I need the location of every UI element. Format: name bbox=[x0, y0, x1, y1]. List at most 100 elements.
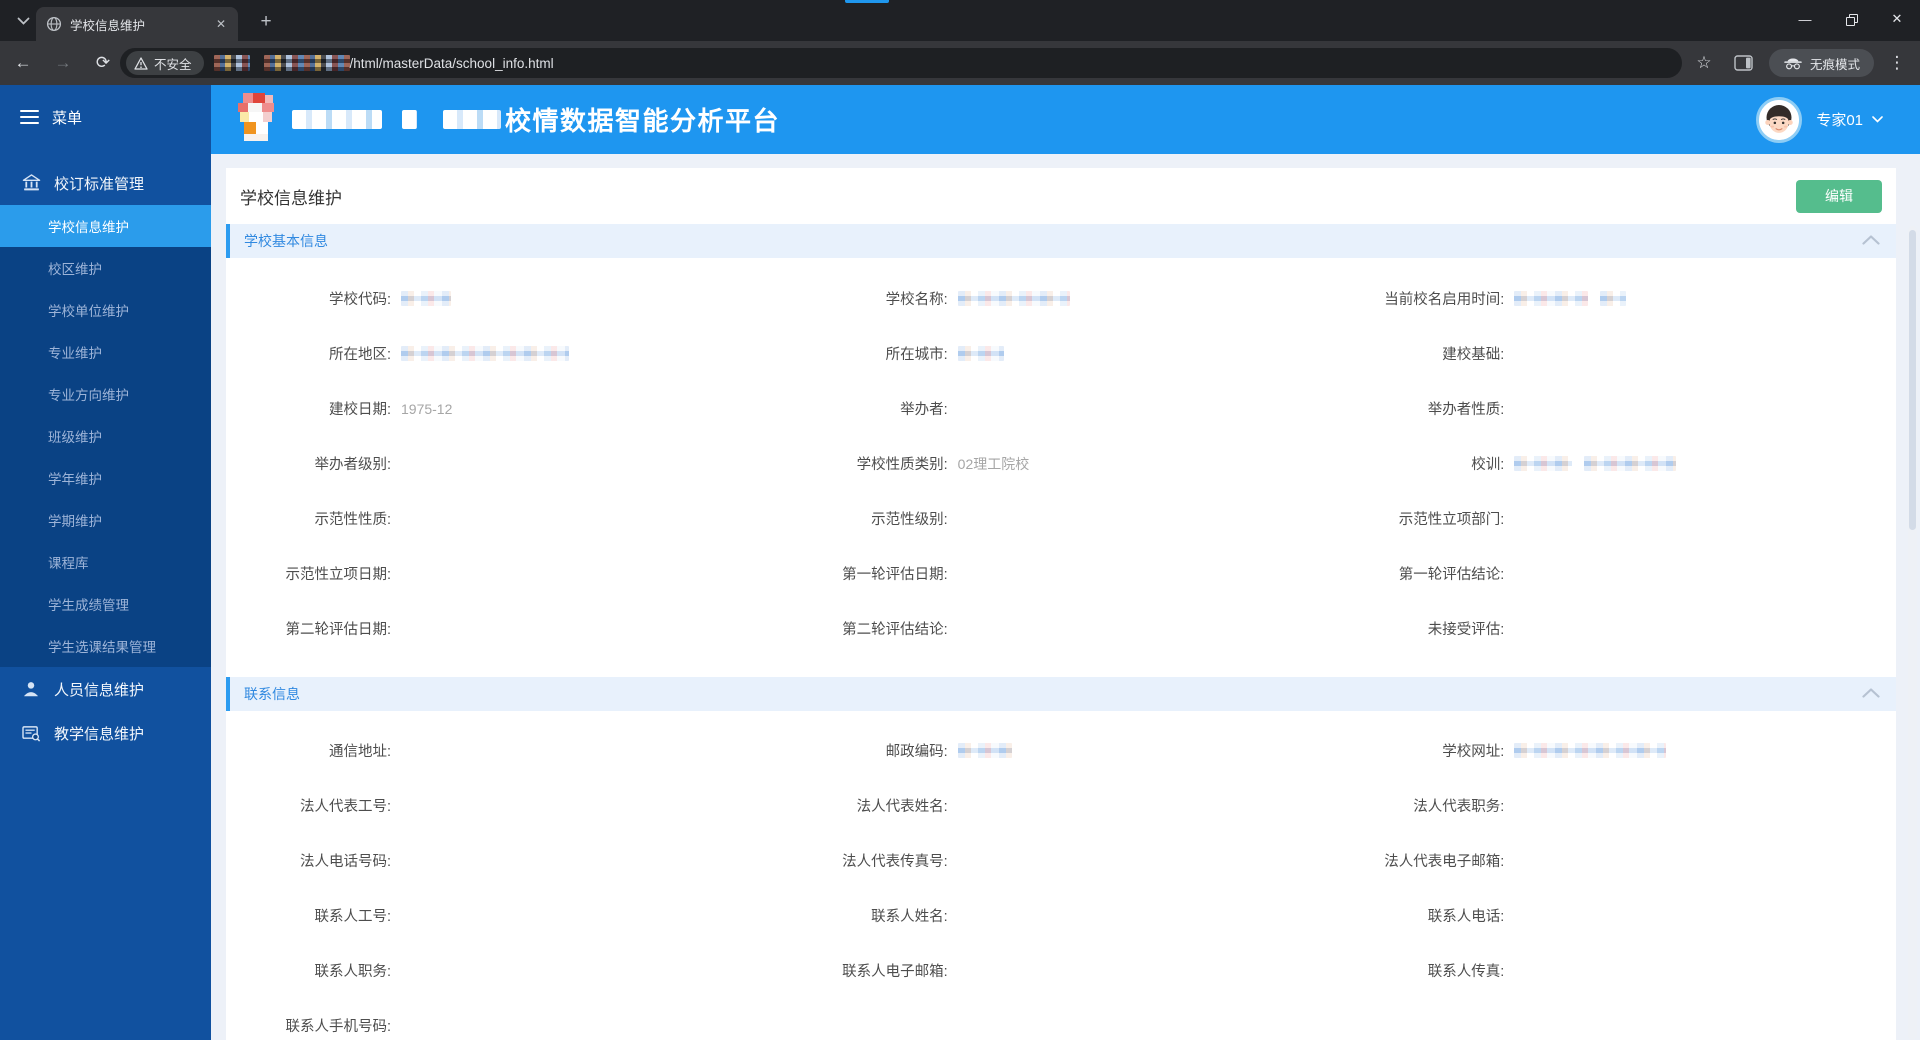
redacted-value bbox=[957, 346, 1004, 361]
sidebar-item-school-year[interactable]: 学年维护 bbox=[0, 457, 211, 499]
chevron-up-icon[interactable] bbox=[1862, 232, 1880, 250]
field-school-website: 学校网址: bbox=[1339, 740, 1896, 761]
incognito-icon bbox=[1784, 58, 1802, 70]
field-model-department: 示范性立项部门: bbox=[1339, 508, 1896, 529]
url-bar[interactable]: 不安全 /html/masterData/school_info.html bbox=[120, 48, 1682, 78]
sidebar-item-school-info[interactable]: 学校信息维护 bbox=[0, 205, 211, 247]
scrollbar[interactable] bbox=[1908, 226, 1917, 1040]
field-postal-code: 邮政编码: bbox=[783, 740, 1340, 761]
chevron-up-icon[interactable] bbox=[1862, 685, 1880, 703]
security-warning-text: 不安全 bbox=[154, 57, 192, 72]
group-label: 教学信息维护 bbox=[54, 725, 145, 743]
redacted-value bbox=[1600, 291, 1627, 306]
tab-close-icon[interactable]: ✕ bbox=[212, 15, 230, 33]
sidebar-item-major-direction[interactable]: 专业方向维护 bbox=[0, 373, 211, 415]
field-contact-mobile: 联系人手机号码: bbox=[226, 1015, 783, 1036]
main-content: 学校信息维护 编辑 学校基本信息 学校代码: 学校名称: 当前校名启用时间: 所… bbox=[211, 154, 1920, 1040]
window-restore-button[interactable] bbox=[1828, 0, 1874, 38]
bookmark-star-icon[interactable]: ☆ bbox=[1687, 46, 1721, 80]
sidebar-group-standards[interactable]: 校订标准管理 bbox=[0, 161, 211, 205]
field-label: 第一轮评估日期: bbox=[842, 567, 948, 583]
basic-info-form: 学校代码: 学校名称: 当前校名启用时间: 所在地区: 所在城市: 建校基础: … bbox=[226, 258, 1896, 656]
field-name-start-date: 当前校名启用时间: bbox=[1339, 288, 1896, 309]
sidebar-group-teaching[interactable]: 教学信息维护 bbox=[0, 711, 211, 755]
field-label: 示范性级别: bbox=[871, 512, 948, 528]
redacted-org-name bbox=[292, 110, 382, 129]
field-first-eval-date: 第一轮评估日期: bbox=[783, 563, 1340, 584]
field-label: 校训: bbox=[1471, 457, 1505, 473]
field-not-evaluated: 未接受评估: bbox=[1339, 618, 1896, 639]
sidebar-group-personnel[interactable]: 人员信息维护 bbox=[0, 667, 211, 711]
form-row: 示范性性质: 示范性级别: 示范性立项部门: bbox=[226, 491, 1896, 546]
username: 专家01 bbox=[1816, 112, 1863, 129]
sidebar-item-school-unit[interactable]: 学校单位维护 bbox=[0, 289, 211, 331]
sidebar-item-semester[interactable]: 学期维护 bbox=[0, 499, 211, 541]
sidebar-item-class[interactable]: 班级维护 bbox=[0, 415, 211, 457]
sidebar-item-major[interactable]: 专业维护 bbox=[0, 331, 211, 373]
avatar bbox=[1756, 96, 1803, 143]
field-school-type: 学校性质类别: 02理工院校 bbox=[783, 453, 1340, 474]
form-row: 所在地区: 所在城市: 建校基础: bbox=[226, 326, 1896, 381]
field-label: 未接受评估: bbox=[1427, 622, 1505, 638]
sidebar-item-course-library[interactable]: 课程库 bbox=[0, 541, 211, 583]
form-row: 通信地址: 邮政编码: 学校网址: bbox=[226, 723, 1896, 778]
field-label: 通信地址: bbox=[328, 744, 391, 760]
user-menu[interactable]: 专家01 bbox=[1756, 85, 1883, 154]
globe-favicon-icon bbox=[46, 16, 62, 32]
field-label: 联系人电子邮箱: bbox=[842, 964, 948, 980]
section-title: 联系信息 bbox=[244, 686, 300, 702]
field-school-code: 学校代码: bbox=[226, 288, 783, 309]
field-legal-email: 法人代表电子邮箱: bbox=[1339, 850, 1896, 871]
side-panel-icon[interactable] bbox=[1727, 46, 1761, 80]
window-close-button[interactable]: ✕ bbox=[1874, 0, 1920, 38]
new-tab-button[interactable]: + bbox=[252, 8, 280, 36]
edit-button[interactable]: 编辑 bbox=[1796, 179, 1882, 213]
redacted-value bbox=[1514, 291, 1589, 306]
field-label: 所在城市: bbox=[885, 347, 948, 363]
field-model-level: 示范性级别: bbox=[783, 508, 1340, 529]
security-warning-chip[interactable]: 不安全 bbox=[126, 51, 204, 75]
contact-info-form: 通信地址: 邮政编码: 学校网址: 法人代表工号: 法人代表姓名: 法人代表职务… bbox=[226, 711, 1896, 1040]
section-header-basic-info[interactable]: 学校基本信息 bbox=[226, 224, 1896, 258]
form-row: 建校日期: 1975-12 举办者: 举办者性质: bbox=[226, 381, 1896, 436]
sidebar-item-course-selection[interactable]: 学生选课结果管理 bbox=[0, 625, 211, 667]
form-row: 法人代表工号: 法人代表姓名: 法人代表职务: bbox=[226, 778, 1896, 833]
field-legal-rep-name: 法人代表姓名: bbox=[783, 795, 1340, 816]
sidebar-menu-toggle[interactable]: 菜单 bbox=[0, 97, 211, 137]
field-label: 建校日期: bbox=[328, 402, 391, 418]
tab-accent-line bbox=[845, 0, 889, 3]
reload-button[interactable]: ⟳ bbox=[86, 46, 120, 80]
field-label: 法人代表电子邮箱: bbox=[1384, 854, 1505, 870]
field-founding-date: 建校日期: 1975-12 bbox=[226, 398, 783, 419]
window-minimize-button[interactable]: — bbox=[1782, 0, 1828, 38]
field-label: 第一轮评估结论: bbox=[1398, 567, 1505, 583]
teaching-doc-icon bbox=[21, 723, 41, 743]
field-second-eval-date: 第二轮评估日期: bbox=[226, 618, 783, 639]
field-school-motto: 校训: bbox=[1339, 453, 1896, 474]
field-label: 法人代表职务: bbox=[1413, 799, 1505, 815]
browser-menu-kebab-icon[interactable]: ⋮ bbox=[1880, 46, 1914, 80]
field-label: 联系人手机号码: bbox=[285, 1019, 391, 1035]
redacted-value bbox=[957, 291, 1070, 306]
form-row: 联系人职务: 联系人电子邮箱: 联系人传真: bbox=[226, 943, 1896, 998]
redacted-value bbox=[1514, 743, 1667, 758]
scrollbar-thumb[interactable] bbox=[1909, 230, 1916, 530]
menu-label: 菜单 bbox=[52, 109, 83, 127]
browser-tabstrip: 学校信息维护 ✕ + — ✕ bbox=[0, 0, 1920, 41]
section-header-contact-info[interactable]: 联系信息 bbox=[226, 677, 1896, 711]
app-header: 校情数据智能分析平台 专家01 bbox=[211, 85, 1920, 154]
field-organizer: 举办者: bbox=[783, 398, 1340, 419]
redacted-url-host bbox=[263, 55, 350, 71]
browser-tab[interactable]: 学校信息维护 ✕ bbox=[36, 7, 238, 41]
back-button[interactable]: ← bbox=[6, 46, 40, 80]
sidebar-item-student-grades[interactable]: 学生成绩管理 bbox=[0, 583, 211, 625]
url-path: /html/masterData/school_info.html bbox=[349, 55, 554, 71]
field-label: 示范性立项部门: bbox=[1398, 512, 1505, 528]
sidebar-item-campus[interactable]: 校区维护 bbox=[0, 247, 211, 289]
field-contact-email: 联系人电子邮箱: bbox=[783, 960, 1340, 981]
forward-button[interactable]: → bbox=[46, 46, 80, 80]
tab-search-chevron-icon[interactable] bbox=[10, 9, 36, 33]
field-contact-id: 联系人工号: bbox=[226, 905, 783, 926]
redacted-value bbox=[401, 291, 451, 306]
field-label: 举办者性质: bbox=[1427, 402, 1505, 418]
